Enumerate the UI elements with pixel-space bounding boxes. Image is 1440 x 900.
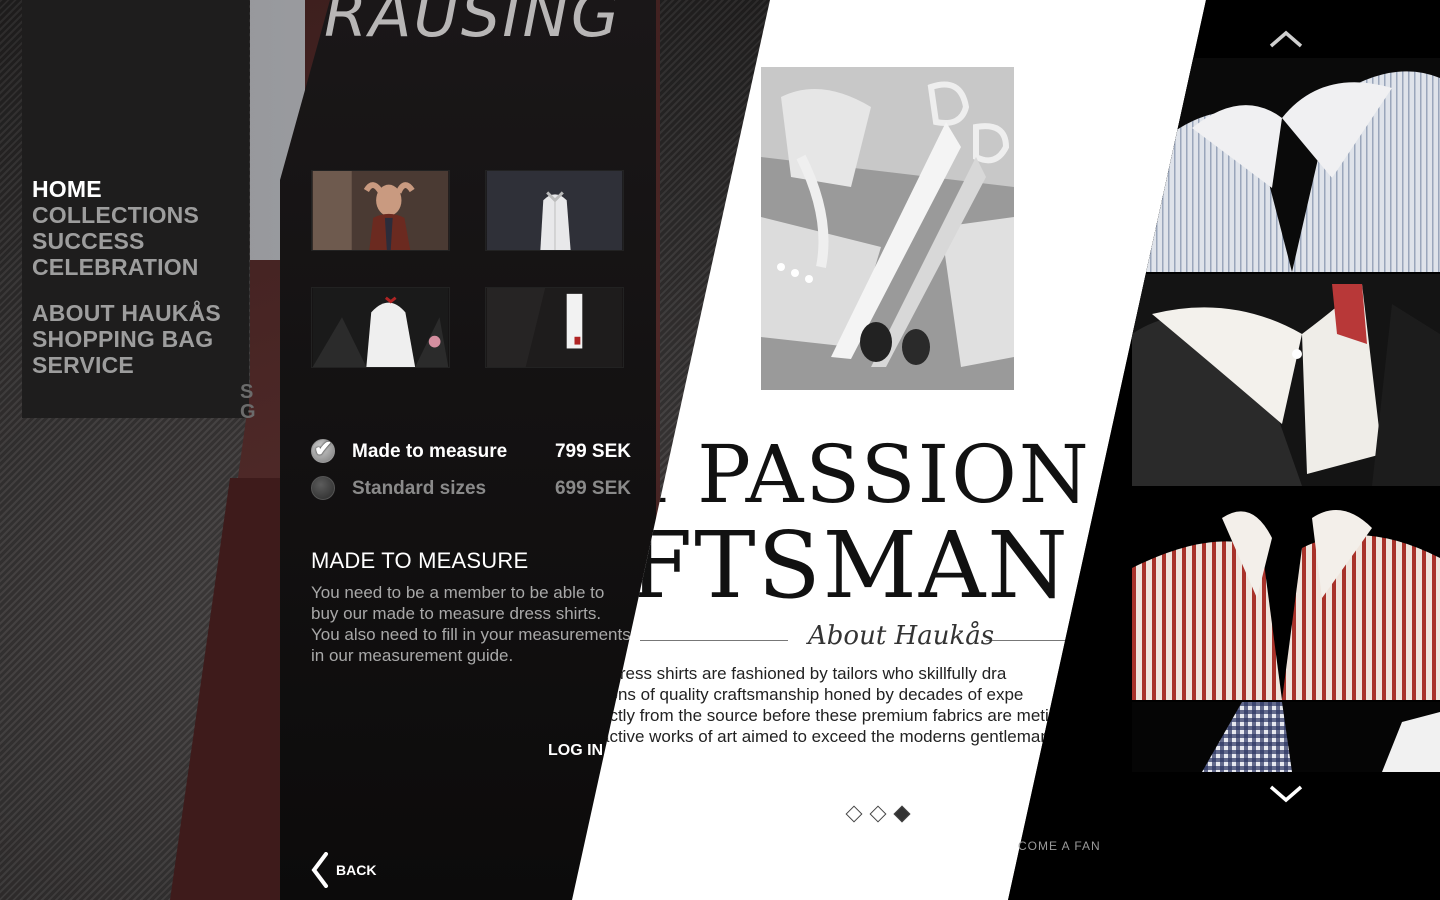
- login-link[interactable]: LOG IN: [548, 742, 603, 760]
- gallery-up-arrow-icon[interactable]: [1268, 28, 1304, 50]
- nav-item-home[interactable]: HOME: [32, 176, 221, 202]
- white-shirt-red-gingham-image: [1132, 274, 1440, 486]
- thumbnail-white-shirt[interactable]: [485, 170, 624, 251]
- chevron-left-icon: [311, 852, 328, 888]
- red-stripe-shirt-image: [1132, 488, 1440, 700]
- nav-item-collections[interactable]: COLLECTIONS: [32, 202, 221, 228]
- back-button[interactable]: BACK: [310, 852, 376, 888]
- gallery-shirt-2[interactable]: [1132, 274, 1440, 486]
- become-a-fan-link[interactable]: COME A FAN: [1018, 839, 1101, 853]
- option-made-to-measure[interactable]: ✔ Made to measure 799 SEK: [311, 436, 631, 467]
- thumbnail-collar[interactable]: [311, 287, 450, 368]
- made-to-measure-heading: MADE TO MEASURE: [311, 548, 529, 573]
- slide-indicator: [845, 805, 911, 823]
- hero-image-scissors: [761, 67, 1014, 390]
- nav-item-service[interactable]: SERVICE: [32, 352, 221, 378]
- jacket-and-cuff-image: [486, 288, 623, 367]
- nav-ghost-text: S G: [240, 381, 256, 423]
- model-adjusting-tie-image: [312, 171, 449, 250]
- option-standard-sizes[interactable]: Standard sizes 699 SEK: [311, 474, 631, 504]
- option-label: Standard sizes: [352, 478, 487, 499]
- nav-spacer: [32, 280, 221, 300]
- checkmark-icon: ✔: [314, 436, 333, 461]
- option-price: 699 SEK: [554, 478, 631, 499]
- thumbnail-model[interactable]: [311, 170, 450, 251]
- nav-item-success[interactable]: SUCCESS: [32, 228, 221, 254]
- gallery-down-arrow-icon[interactable]: [1268, 783, 1304, 805]
- collar-with-pocket-square-image: [312, 288, 449, 367]
- navy-gingham-shirt-image: [1132, 702, 1440, 772]
- radio-checked-icon[interactable]: ✔: [311, 436, 335, 463]
- gallery-shirt-4[interactable]: [1132, 702, 1440, 772]
- made-to-measure-description: You need to be a member to be able to bu…: [311, 583, 631, 665]
- option-price: 799 SEK: [554, 441, 631, 462]
- nav-item-shopping-bag[interactable]: SHOPPING BAG: [32, 326, 221, 352]
- brand-title: RAUSING: [324, 0, 621, 51]
- back-label: BACK: [336, 862, 377, 878]
- thumbnail-jacket-cuff[interactable]: [485, 287, 624, 368]
- nav-item-celebration[interactable]: CELEBRATION: [32, 254, 221, 280]
- gallery-shirt-3[interactable]: [1132, 488, 1440, 700]
- radio-unchecked-icon[interactable]: [311, 476, 335, 500]
- option-label: Made to measure: [352, 441, 508, 462]
- scissors-and-shirts-image: [761, 67, 1014, 390]
- white-shirt-on-stand-image: [486, 171, 623, 250]
- nav-item-about[interactable]: ABOUT HAUKÅS: [32, 300, 221, 326]
- main-nav: HOME COLLECTIONS SUCCESS CELEBRATION ABO…: [32, 176, 221, 378]
